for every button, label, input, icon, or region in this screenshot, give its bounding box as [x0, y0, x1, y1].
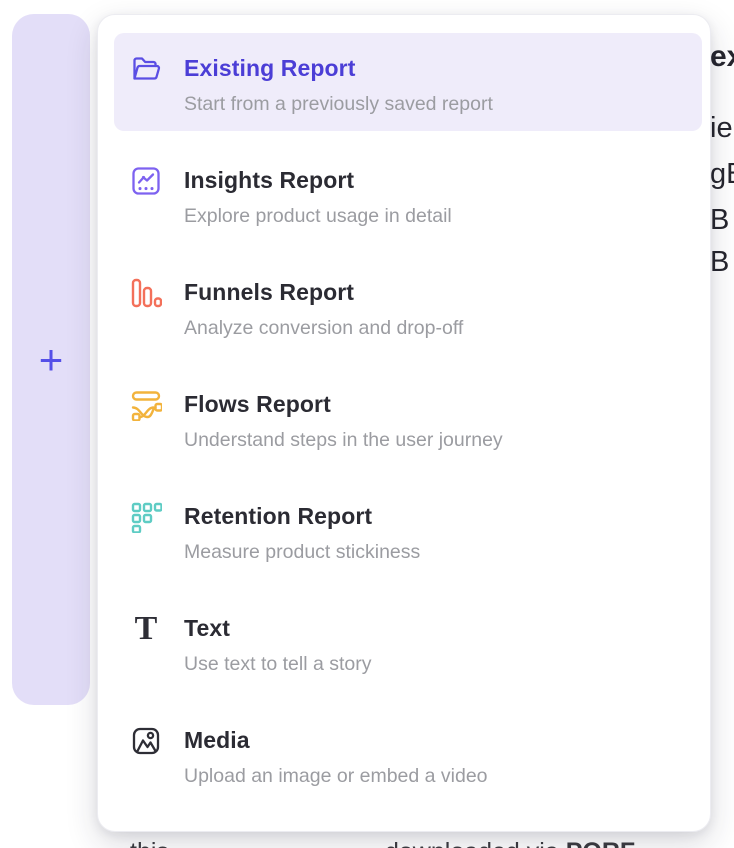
menu-item-flows-report[interactable]: Flows Report Understand steps in the use…	[114, 369, 702, 467]
menu-item-title: Retention Report	[184, 503, 420, 529]
menu-item-subtitle: Upload an image or embed a video	[184, 765, 488, 787]
menu-item-subtitle: Start from a previously saved report	[184, 93, 493, 115]
menu-item-media[interactable]: Media Upload an image or embed a video	[114, 705, 702, 803]
funnel-bars-icon	[130, 277, 162, 309]
menu-item-existing-report[interactable]: Existing Report Start from a previously …	[114, 33, 702, 131]
menu-item-title: Insights Report	[184, 167, 452, 193]
menu-item-title: Funnels Report	[184, 279, 463, 305]
menu-item-subtitle: Use text to tell a story	[184, 653, 372, 675]
background-text-fragment: B	[710, 204, 729, 237]
menu-item-subtitle: Measure product stickiness	[184, 541, 420, 563]
retention-grid-icon	[130, 501, 162, 533]
collapsed-sidebar: +	[12, 14, 90, 705]
menu-item-funnels-report[interactable]: Funnels Report Analyze conversion and dr…	[114, 257, 702, 355]
background-text-fragment: ie	[710, 112, 733, 145]
folder-open-icon	[130, 53, 162, 85]
menu-item-title: Existing Report	[184, 55, 493, 81]
menu-item-subtitle: Analyze conversion and drop-off	[184, 317, 463, 339]
background-text-fragment: ex	[710, 40, 734, 74]
menu-item-subtitle: Understand steps in the user journey	[184, 429, 503, 451]
menu-item-title: Text	[184, 615, 372, 641]
menu-item-retention-report[interactable]: Retention Report Measure product stickin…	[114, 481, 702, 579]
background-text-fragment: B	[710, 246, 729, 279]
add-report-menu: Existing Report Start from a previously …	[97, 14, 711, 832]
menu-item-text[interactable]: T Text Use text to tell a story	[114, 593, 702, 691]
add-item-button[interactable]: +	[39, 339, 64, 381]
menu-item-title: Media	[184, 727, 488, 753]
menu-item-subtitle: Explore product usage in detail	[184, 205, 452, 227]
menu-item-title: Flows Report	[184, 391, 503, 417]
background-bottom-text-right: downloaded via PORF	[385, 838, 635, 848]
background-text-fragment: gB	[710, 158, 734, 191]
flows-icon	[130, 389, 162, 421]
text-icon: T	[130, 613, 162, 645]
media-image-icon	[130, 725, 162, 757]
background-bottom-text-left: this	[130, 838, 169, 848]
insights-chart-icon	[130, 165, 162, 197]
menu-item-insights-report[interactable]: Insights Report Explore product usage in…	[114, 145, 702, 243]
